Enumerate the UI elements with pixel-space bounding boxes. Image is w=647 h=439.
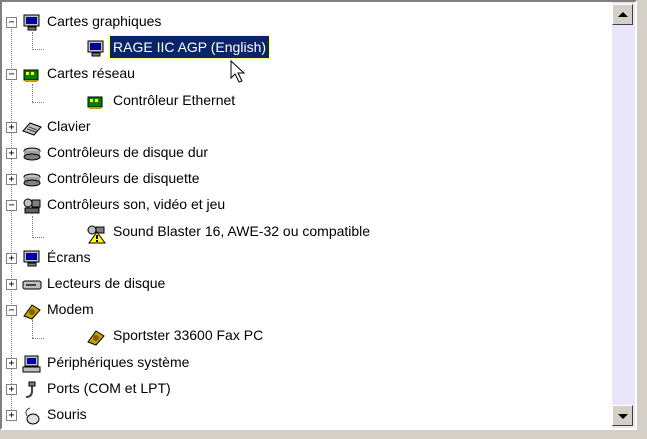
collapse-button[interactable]: − xyxy=(6,17,17,28)
expand-button[interactable]: + xyxy=(6,148,17,159)
monitor-icon xyxy=(22,250,42,268)
tree-branch-line xyxy=(32,102,44,103)
tree-item-label: Contrôleurs de disquette xyxy=(47,170,200,186)
tree-branch-line xyxy=(32,216,33,238)
tree-branch-line xyxy=(32,320,33,338)
tree-item-label-selected: RAGE IIC AGP (English) xyxy=(108,35,271,59)
expand-button[interactable]: + xyxy=(6,253,17,264)
computer-icon xyxy=(22,355,42,373)
tree-item-label: Modem xyxy=(47,301,94,317)
tree-branch-line xyxy=(32,32,33,48)
collapse-button[interactable]: − xyxy=(6,305,17,316)
arrow-up-icon xyxy=(618,12,628,17)
tree-item-label: Ports (COM et LPT) xyxy=(47,380,171,396)
arrow-down-icon xyxy=(618,414,628,419)
expand-button[interactable]: + xyxy=(6,358,17,369)
vertical-scrollbar[interactable] xyxy=(612,2,635,428)
tree-item-label: Contrôleur Ethernet xyxy=(113,92,236,108)
mouse-icon xyxy=(22,407,42,425)
mouse-pointer-icon xyxy=(230,60,246,83)
tree-item-label: Sound Blaster 16, AWE-32 ou compatible xyxy=(113,223,371,239)
tree-item-label: Lecteurs de disque xyxy=(47,275,166,291)
port-icon xyxy=(22,381,42,399)
expand-button[interactable]: + xyxy=(6,384,17,395)
tree-item-label: Cartes réseau xyxy=(47,65,135,81)
disk-drive-icon xyxy=(22,276,42,294)
network-card-icon xyxy=(86,93,106,111)
expand-button[interactable]: + xyxy=(6,410,17,421)
scroll-up-button[interactable] xyxy=(612,4,633,25)
device-tree-panel: − Cartes graphiques RAGE IIC AGP (Englis… xyxy=(0,0,637,430)
tree-branch-line xyxy=(32,338,44,339)
tree-branch-line xyxy=(32,49,44,50)
expand-button[interactable]: + xyxy=(6,174,17,185)
collapse-button[interactable]: − xyxy=(6,200,17,211)
tree-item-label: Souris xyxy=(47,406,87,422)
modem-icon xyxy=(86,328,106,346)
device-tree[interactable]: − Cartes graphiques RAGE IIC AGP (Englis… xyxy=(2,2,612,428)
tree-item-label: Contrôleurs de disque dur xyxy=(47,144,209,160)
collapse-button[interactable]: − xyxy=(6,69,17,80)
tree-item-label: Écrans xyxy=(47,249,91,265)
scroll-down-button[interactable] xyxy=(612,405,633,426)
keyboard-icon xyxy=(22,119,42,137)
tree-branch-line xyxy=(32,84,33,102)
monitor-icon xyxy=(22,14,42,32)
sound-video-game-icon xyxy=(22,197,42,215)
tree-item-label: Clavier xyxy=(47,118,91,134)
sound-device-warning-icon xyxy=(86,224,106,244)
disk-controller-icon xyxy=(22,171,42,189)
expand-button[interactable]: + xyxy=(6,279,17,290)
tree-item-label: Contrôleurs son, vidéo et jeu xyxy=(47,196,226,212)
disk-controller-icon xyxy=(22,145,42,163)
monitor-icon xyxy=(86,40,106,58)
tree-root-line xyxy=(11,24,12,414)
expand-button[interactable]: + xyxy=(6,122,17,133)
tree-item-label: Sportster 33600 Fax PC xyxy=(113,327,264,343)
tree-item-label: Périphériques système xyxy=(47,354,190,370)
modem-icon xyxy=(22,302,42,320)
tree-branch-line xyxy=(32,237,44,238)
tree-item-label: Cartes graphiques xyxy=(47,13,162,29)
network-card-icon xyxy=(22,66,42,84)
